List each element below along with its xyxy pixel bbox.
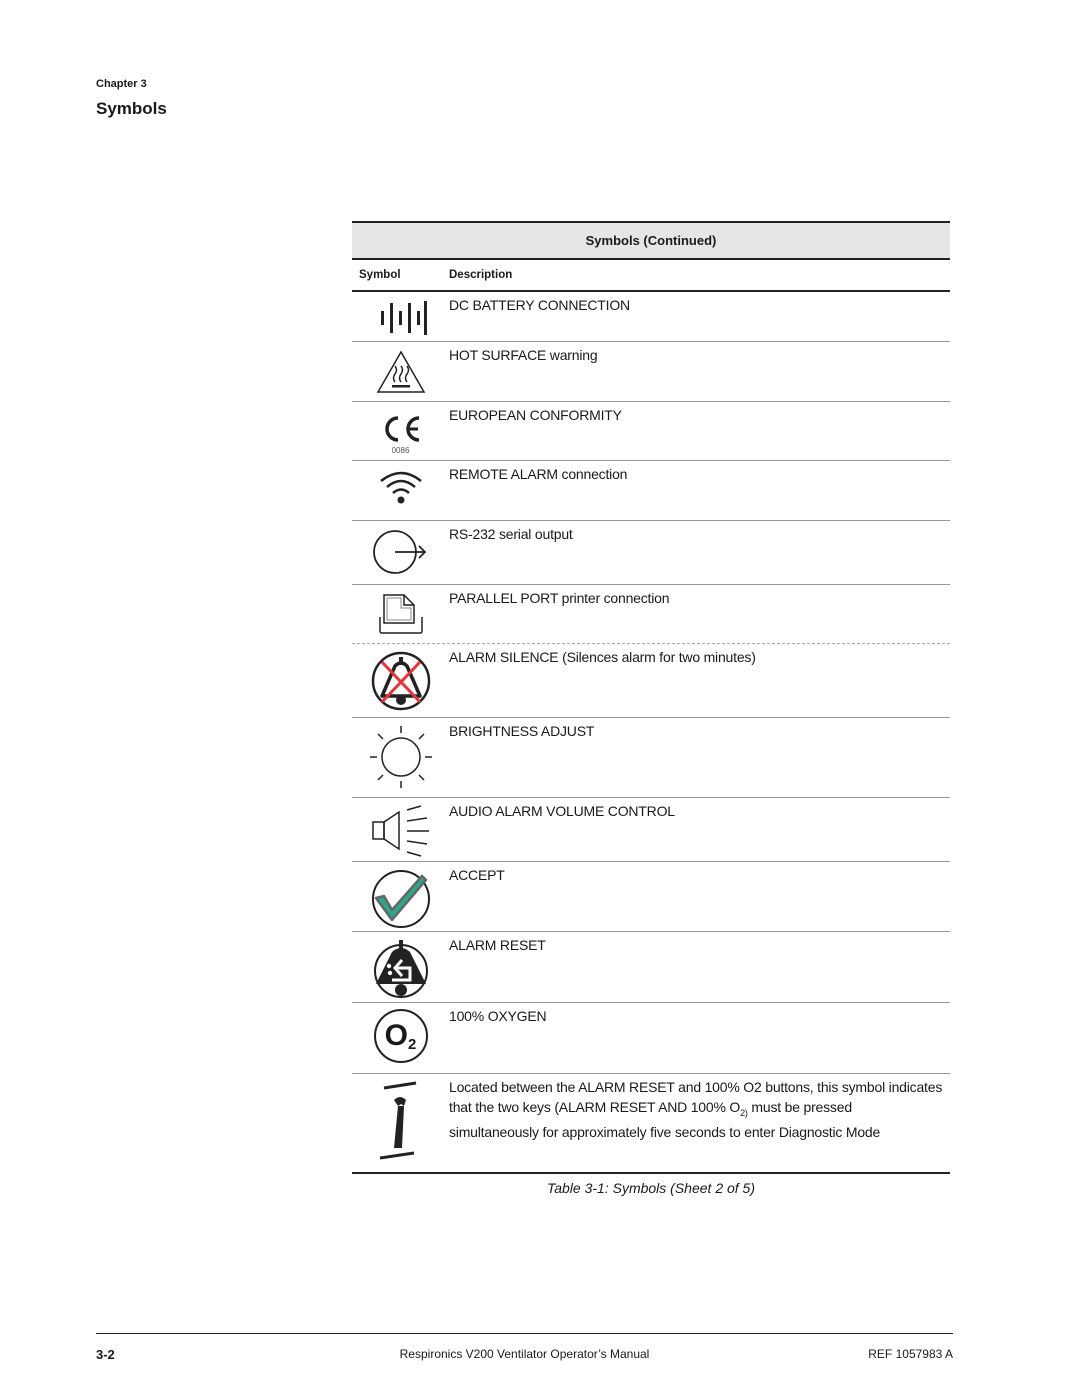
table-row: PARALLEL PORT printer connection [352, 585, 950, 644]
table-row: ALARM SILENCE (Silences alarm for two mi… [352, 644, 950, 718]
row-description: REMOTE ALARM connection [449, 466, 628, 482]
diagnostic-wrench-icon [379, 1081, 416, 1160]
diagnostic-text-subscript: 2) [740, 1107, 748, 1118]
row-description: ALARM SILENCE (Silences alarm for two mi… [449, 649, 756, 665]
o2-subscript: 2 [408, 1035, 417, 1053]
table-row: HOT SURFACE warning [352, 342, 950, 402]
table-row: REMOTE ALARM connection [352, 461, 950, 521]
table-row: ACCEPT [352, 862, 950, 932]
chapter-label: Chapter 3 [96, 78, 147, 90]
page-title: Symbols [96, 99, 167, 118]
remote-alarm-icon [379, 471, 422, 504]
ce-notified-body-number: 0086 [391, 445, 410, 455]
row-description: Located between the ALARM RESET and 100%… [449, 1074, 950, 1172]
row-description: PARALLEL PORT printer connection [449, 590, 670, 606]
brightness-icon [369, 726, 432, 788]
diagnostic-text-part1: Located between the ALARM RESET and 100%… [449, 1079, 943, 1115]
table-row: DC BATTERY CONNECTION [352, 292, 950, 342]
ce-mark-icon [384, 415, 419, 442]
table-row: ALARM RESET [352, 932, 950, 1003]
row-description: ALARM RESET [449, 937, 546, 953]
row-description: 100% OXYGEN [449, 1008, 547, 1024]
volume-control-icon [371, 805, 429, 857]
row-description: RS-232 serial output [449, 526, 573, 542]
oxygen-o2-icon: O2 [373, 1009, 428, 1063]
page-footer: 3-2 Respironics V200 Ventilator Operator… [96, 1347, 953, 1362]
table-row: RS-232 serial output [352, 521, 950, 585]
column-header-symbol: Symbol [359, 269, 401, 281]
table-title: Symbols (Continued) [352, 221, 950, 260]
column-header-description: Description [449, 269, 513, 281]
parallel-port-printer-icon [378, 594, 423, 634]
row-description: HOT SURFACE warning [449, 347, 598, 363]
accept-check-icon [371, 870, 430, 928]
row-description: DC BATTERY CONNECTION [449, 297, 630, 313]
symbols-table: Symbols (Continued) Symbol Description D… [352, 221, 950, 1174]
table-row: AUDIO ALARM VOLUME CONTROL [352, 798, 950, 862]
footer-divider [96, 1333, 953, 1334]
table-row: 0086 EUROPEAN CONFORMITY [352, 402, 950, 461]
dc-battery-icon [380, 301, 427, 335]
o2-letter: O [384, 1019, 408, 1052]
alarm-silence-icon [371, 651, 430, 711]
row-description: EUROPEAN CONFORMITY [449, 407, 622, 423]
alarm-reset-icon [373, 940, 428, 998]
manual-title: Respironics V200 Ventilator Operator’s M… [399, 1347, 650, 1361]
hot-surface-icon [376, 350, 425, 393]
row-description: BRIGHTNESS ADJUST [449, 723, 595, 739]
table-row: BRIGHTNESS ADJUST [352, 718, 950, 798]
table-caption: Table 3-1: Symbols (Sheet 2 of 5) [546, 1180, 756, 1196]
table-row: O2 100% OXYGEN [352, 1003, 950, 1074]
row-description: ACCEPT [449, 867, 505, 883]
table-row: Located between the ALARM RESET and 100%… [352, 1074, 950, 1174]
row-description: AUDIO ALARM VOLUME CONTROL [449, 803, 675, 819]
serial-output-icon [372, 530, 426, 574]
table-column-headers: Symbol Description [352, 260, 950, 292]
